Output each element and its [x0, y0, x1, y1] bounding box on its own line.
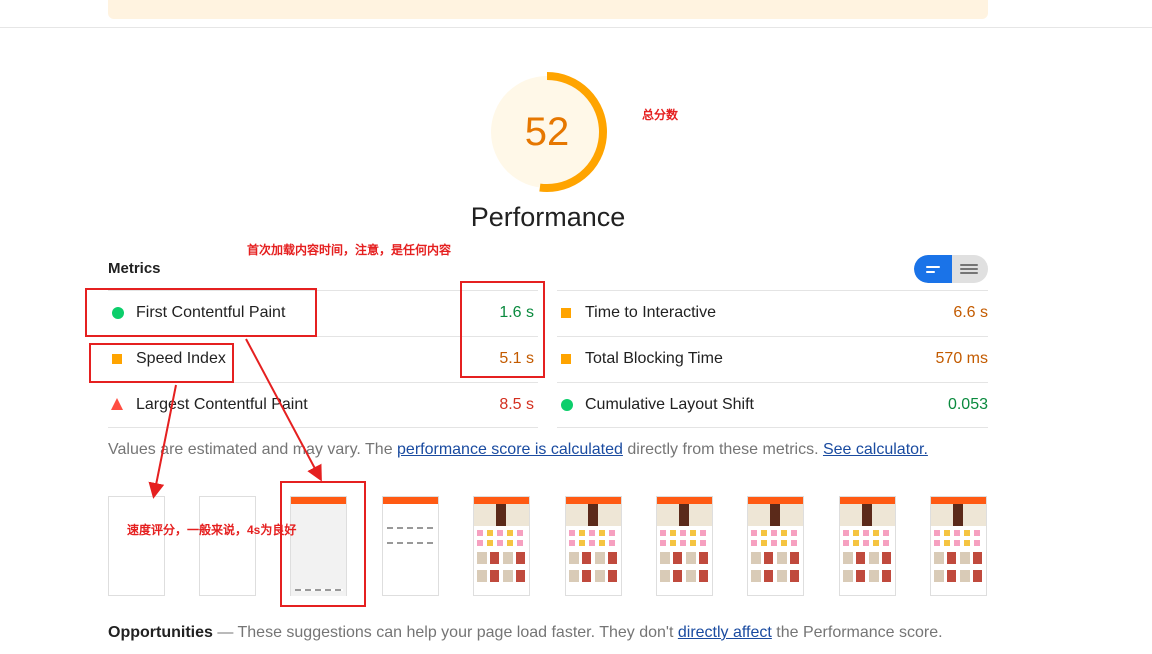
metric-value: 8.5 s	[499, 396, 534, 413]
metric-value: 0.053	[947, 396, 988, 413]
note-text: Values are estimated and may vary. The	[108, 441, 398, 458]
annotation-total-score: 总分数	[642, 108, 679, 122]
opportunities-title: Opportunities	[108, 624, 213, 641]
see-calculator-link[interactable]: See calculator.	[823, 441, 928, 458]
metric-time-to-interactive: Time to Interactive 6.6 s	[557, 290, 988, 336]
annotation-fcp: 首次加载内容时间，注意，是任何内容	[247, 243, 452, 257]
metrics-note: Values are estimated and may vary. The p…	[108, 441, 928, 459]
filmstrip-frame	[565, 496, 622, 596]
annotation-speed-index: 速度评分，一般来说，4s为良好	[127, 523, 297, 537]
average-square-icon	[561, 354, 571, 364]
opportunities-text: the Performance score.	[771, 624, 943, 641]
annotation-box-frame	[280, 481, 366, 607]
filmstrip-frame	[747, 496, 804, 596]
divider	[0, 27, 1152, 28]
metric-label: Time to Interactive	[585, 304, 717, 321]
filmstrip-frame	[473, 496, 530, 596]
metric-total-blocking-time: Total Blocking Time 570 ms	[557, 336, 988, 382]
annotation-box-values	[460, 281, 545, 378]
lighthouse-report: 52 Performance Metrics First Contentful …	[0, 0, 1152, 654]
directly-affect-link[interactable]: directly affect	[678, 624, 772, 641]
filmstrip-frame	[656, 496, 713, 596]
metric-cumulative-layout-shift: Cumulative Layout Shift 0.053	[557, 382, 988, 428]
average-square-icon	[561, 308, 571, 318]
filmstrip-frame	[382, 496, 439, 596]
opportunities-text: — These suggestions can help your page l…	[212, 624, 678, 641]
metric-value: 6.6 s	[953, 304, 988, 321]
metric-label: Cumulative Layout Shift	[585, 396, 754, 413]
opportunities-intro: Opportunities — These suggestions can he…	[108, 624, 943, 642]
category-title: Performance	[470, 202, 626, 232]
annotation-box-speed-index	[89, 343, 234, 383]
metrics-view-toggle[interactable]	[914, 255, 988, 283]
filmstrip-frame	[199, 496, 256, 596]
score-calculation-link[interactable]: performance score is calculated	[397, 441, 623, 458]
metric-largest-contentful-paint: Largest Contentful Paint 8.5 s	[108, 382, 534, 428]
filmstrip-frame	[930, 496, 987, 596]
score-value: 52	[524, 110, 570, 154]
filmstrip-frame	[839, 496, 896, 596]
note-text: directly from these metrics.	[622, 441, 823, 458]
annotation-box-fcp	[85, 288, 317, 337]
fail-triangle-icon	[111, 398, 123, 410]
metric-value: 570 ms	[935, 350, 988, 367]
filmstrip-frame	[108, 496, 165, 596]
metrics-heading: Metrics	[108, 260, 161, 277]
score-gauge: 52	[487, 72, 607, 192]
metric-label: Largest Contentful Paint	[136, 396, 308, 413]
warning-banner	[108, 0, 988, 19]
pass-circle-icon	[561, 399, 573, 411]
toggle-compact-view[interactable]	[914, 255, 952, 283]
metric-label: Total Blocking Time	[585, 350, 723, 367]
